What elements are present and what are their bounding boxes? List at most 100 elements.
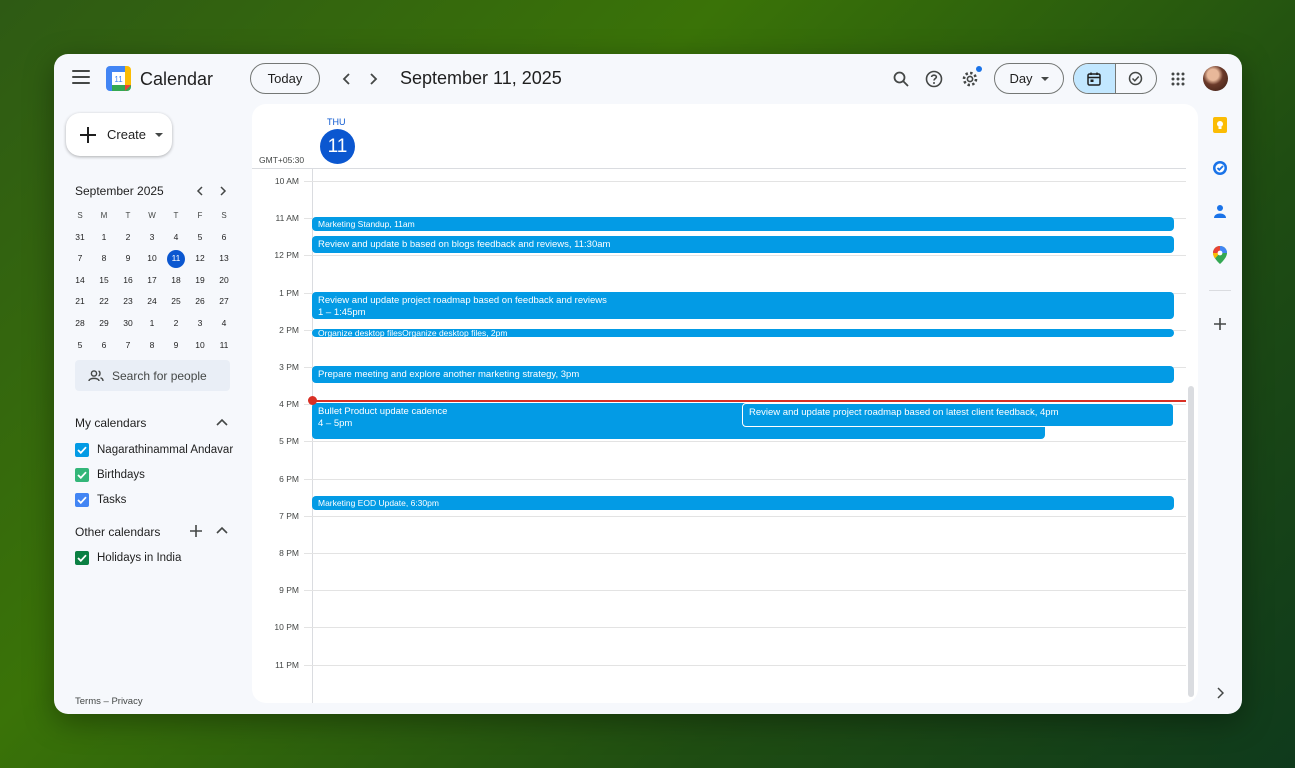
day-number-badge[interactable]: 11 bbox=[320, 129, 355, 164]
contacts-icon[interactable] bbox=[1209, 200, 1231, 222]
event-title: Review and update project roadmap based … bbox=[749, 407, 1035, 418]
search-icon[interactable] bbox=[887, 65, 915, 93]
mini-calendar-day[interactable]: 6 bbox=[92, 335, 116, 357]
hour-label: 9 PM bbox=[279, 585, 299, 596]
mini-calendar-day[interactable]: 10 bbox=[188, 335, 212, 357]
day-of-week-label: THU bbox=[327, 117, 346, 127]
mini-calendar-day[interactable]: 20 bbox=[212, 270, 236, 292]
calendar-view-icon[interactable] bbox=[1074, 64, 1116, 93]
mini-calendar-day[interactable]: 4 bbox=[212, 313, 236, 335]
calendar-item[interactable]: Birthdays bbox=[75, 466, 145, 484]
mini-calendar-day[interactable]: 11 bbox=[212, 335, 236, 357]
mini-calendar-day[interactable]: 30 bbox=[116, 313, 140, 335]
mini-calendar-day[interactable]: 22 bbox=[92, 291, 116, 313]
mini-calendar-day[interactable]: 29 bbox=[92, 313, 116, 335]
calendar-item[interactable]: Holidays in India bbox=[75, 549, 181, 567]
maps-icon[interactable] bbox=[1209, 244, 1231, 266]
mini-calendar-day[interactable]: 9 bbox=[164, 335, 188, 357]
tasks-view-check-circle-icon[interactable] bbox=[1116, 64, 1157, 93]
calendar-item-label: Birthdays bbox=[97, 469, 145, 481]
add-icon[interactable] bbox=[1209, 313, 1231, 335]
mini-calendar-day[interactable]: 21 bbox=[68, 291, 92, 313]
mini-calendar-day[interactable]: 17 bbox=[140, 270, 164, 292]
mini-calendar-day[interactable]: 28 bbox=[68, 313, 92, 335]
mini-calendar-day[interactable]: 15 bbox=[92, 270, 116, 292]
mini-calendar-day[interactable]: 6 bbox=[212, 227, 236, 249]
mini-calendar-day[interactable]: 7 bbox=[116, 335, 140, 357]
next-day-chevron-right-icon[interactable] bbox=[361, 67, 385, 91]
mini-calendar-day[interactable]: 8 bbox=[140, 335, 164, 357]
calendar-event[interactable]: Prepare meeting and explore another mark… bbox=[312, 366, 1174, 383]
tasks-icon[interactable] bbox=[1209, 157, 1231, 179]
checkbox-checked-icon[interactable] bbox=[75, 443, 89, 457]
collapse-chevron-up-icon[interactable] bbox=[214, 523, 230, 539]
day-view-grid: THU 11 GMT+05:30 10 AM 11 AM 12 PM 1 PM 2 PM… bbox=[252, 104, 1198, 703]
mini-calendar-day[interactable]: 5 bbox=[68, 335, 92, 357]
privacy-link[interactable]: Privacy bbox=[111, 696, 142, 707]
mini-calendar-grid: S M T W T F S 31 1 2 3 4 5 6 7 8 9 10 11 12 13 14 15 16 17 18 19 20… bbox=[68, 205, 236, 356]
mini-calendar-day[interactable]: 11 bbox=[164, 248, 188, 270]
calendar-item[interactable]: Tasks bbox=[75, 491, 126, 509]
mini-calendar-day[interactable]: 27 bbox=[212, 291, 236, 313]
calendar-item[interactable]: Nagarathinammal Andavar bbox=[75, 441, 233, 459]
account-avatar[interactable] bbox=[1203, 66, 1228, 91]
mini-calendar-day[interactable]: 14 bbox=[68, 270, 92, 292]
mini-calendar-weekday: F bbox=[197, 211, 203, 220]
settings-gear-icon[interactable] bbox=[956, 65, 984, 93]
vertical-scrollbar[interactable] bbox=[1188, 386, 1194, 697]
event-title: Marketing Standup bbox=[318, 219, 390, 229]
people-icon bbox=[88, 369, 104, 381]
search-people-input[interactable]: Search for people bbox=[75, 360, 230, 391]
add-calendar-plus-icon[interactable] bbox=[188, 523, 204, 539]
collapse-chevron-up-icon[interactable] bbox=[214, 415, 230, 431]
calendar-event[interactable]: Review and update project roadmap based … bbox=[312, 292, 1174, 319]
mini-next-month-chevron-right-icon[interactable] bbox=[214, 182, 232, 200]
hour-gridline bbox=[304, 664, 1186, 666]
mini-calendar-day[interactable]: 1 bbox=[140, 313, 164, 335]
main-menu-icon[interactable] bbox=[72, 70, 90, 84]
create-button[interactable]: Create bbox=[66, 113, 172, 156]
prev-day-chevron-left-icon[interactable] bbox=[335, 67, 359, 91]
mini-calendar-day[interactable]: 13 bbox=[212, 248, 236, 270]
mini-calendar-day[interactable]: 31 bbox=[68, 227, 92, 249]
mini-calendar-day[interactable]: 2 bbox=[116, 227, 140, 249]
mini-calendar-day[interactable]: 19 bbox=[188, 270, 212, 292]
mini-calendar-day[interactable]: 25 bbox=[164, 291, 188, 313]
mini-calendar-day[interactable]: 2 bbox=[164, 313, 188, 335]
mini-calendar-day[interactable]: 3 bbox=[140, 227, 164, 249]
mini-calendar-day[interactable]: 24 bbox=[140, 291, 164, 313]
chevron-right-icon[interactable] bbox=[1209, 682, 1231, 704]
mini-calendar-day[interactable]: 9 bbox=[116, 248, 140, 270]
calendar-event[interactable]: Review and update project roadmap based … bbox=[742, 403, 1174, 427]
today-button[interactable]: Today bbox=[250, 63, 320, 94]
checkbox-checked-icon[interactable] bbox=[75, 468, 89, 482]
checkbox-checked-icon[interactable] bbox=[75, 551, 89, 565]
hour-label: 10 PM bbox=[274, 622, 299, 633]
apps-grid-icon[interactable] bbox=[1164, 65, 1192, 93]
calendar-event[interactable]: Marketing Standup, 11am bbox=[312, 217, 1174, 231]
mini-calendar-day[interactable]: 16 bbox=[116, 270, 140, 292]
mini-calendar-day[interactable]: 1 bbox=[92, 227, 116, 249]
help-icon[interactable] bbox=[920, 65, 948, 93]
mini-calendar-day[interactable]: 18 bbox=[164, 270, 188, 292]
mini-calendar-day[interactable]: 8 bbox=[92, 248, 116, 270]
calendar-event[interactable]: Organize desktop filesOrganize desktop f… bbox=[312, 329, 1174, 337]
mini-calendar-day[interactable]: 3 bbox=[188, 313, 212, 335]
mini-calendar-day[interactable]: 23 bbox=[116, 291, 140, 313]
mini-calendar-day[interactable]: 4 bbox=[164, 227, 188, 249]
event-time: , 2pm bbox=[486, 329, 508, 337]
calendar-event[interactable]: Review and update b based on blogs feedb… bbox=[312, 236, 1174, 253]
mini-calendar-day[interactable]: 5 bbox=[188, 227, 212, 249]
view-select-dropdown[interactable]: Day bbox=[994, 63, 1064, 94]
hour-label: 1 PM bbox=[279, 287, 299, 298]
mini-calendar-day[interactable]: 7 bbox=[68, 248, 92, 270]
keep-icon[interactable] bbox=[1209, 114, 1231, 136]
checkbox-checked-icon[interactable] bbox=[75, 493, 89, 507]
calendar-event[interactable]: Marketing EOD Update, 6:30pm bbox=[312, 496, 1174, 510]
mini-prev-month-chevron-left-icon[interactable] bbox=[191, 182, 209, 200]
hour-label: 12 PM bbox=[274, 250, 299, 261]
mini-calendar-day[interactable]: 26 bbox=[188, 291, 212, 313]
terms-link[interactable]: Terms bbox=[75, 696, 101, 707]
mini-calendar-day[interactable]: 12 bbox=[188, 248, 212, 270]
mini-calendar-day[interactable]: 10 bbox=[140, 248, 164, 270]
